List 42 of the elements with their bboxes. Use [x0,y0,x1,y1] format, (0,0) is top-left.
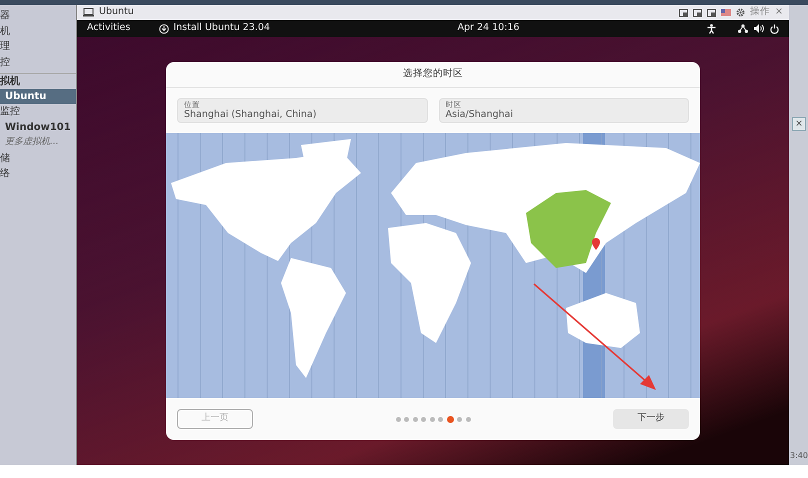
page-indicator-dot[interactable] [466,416,470,422]
accessibility-icon[interactable] [707,24,716,34]
gear-icon[interactable] [736,8,746,17]
close-button[interactable]: × [792,117,806,131]
sidebar-item[interactable]: Ubuntu [0,88,76,104]
sidebar-item[interactable]: 监控 [0,104,76,120]
flag-icon[interactable] [721,9,732,16]
network-icon[interactable] [738,24,748,33]
monitor-icon [83,8,94,17]
sidebar-item[interactable]: 理 [0,39,76,54]
more-link[interactable]: 更多虚拟机... [0,135,76,150]
page-indicator-dot[interactable] [457,416,462,422]
field-value: Asia/Shanghai [446,109,514,121]
sidebar-item[interactable]: Window101 [0,120,76,135]
view-mode-icon[interactable] [693,8,702,16]
page-indicator-dot[interactable] [438,416,443,422]
download-icon [159,24,170,34]
close-button[interactable]: × [775,5,783,20]
page-indicator-dot[interactable] [396,416,400,422]
volume-icon[interactable] [754,24,764,33]
page-indicator-dot[interactable] [430,416,434,422]
sidebar-item[interactable]: 储 [0,150,76,166]
sidebar-item[interactable]: 器 [0,8,76,24]
sidebar-item[interactable]: 机 [0,24,76,39]
location-pin-icon [592,238,600,250]
view-mode-icon[interactable] [707,8,716,16]
page-indicator-dot[interactable] [446,416,454,422]
view-mode-icon[interactable] [679,8,688,16]
sidebar-item[interactable]: 控 [0,54,76,70]
dialog-title: 选择您的时区 [403,67,463,82]
app-menu[interactable]: Install Ubuntu 23.04 [173,21,270,36]
page-indicator-dot[interactable] [412,416,418,422]
power-icon[interactable] [770,24,779,34]
time-text: 3:40 [790,450,808,462]
window-title: Ubuntu [99,5,134,20]
page-indicator-dot[interactable] [421,416,426,422]
next-button[interactable]: 下一步 [613,409,689,429]
page-indicator-dot[interactable] [404,416,409,422]
field-value: Shanghai (Shanghai, China) [184,109,318,121]
activities-button[interactable]: Activities [87,21,130,36]
clock[interactable]: Apr 24 10:16 [458,21,520,36]
sidebar-item[interactable]: 络 [0,166,76,182]
